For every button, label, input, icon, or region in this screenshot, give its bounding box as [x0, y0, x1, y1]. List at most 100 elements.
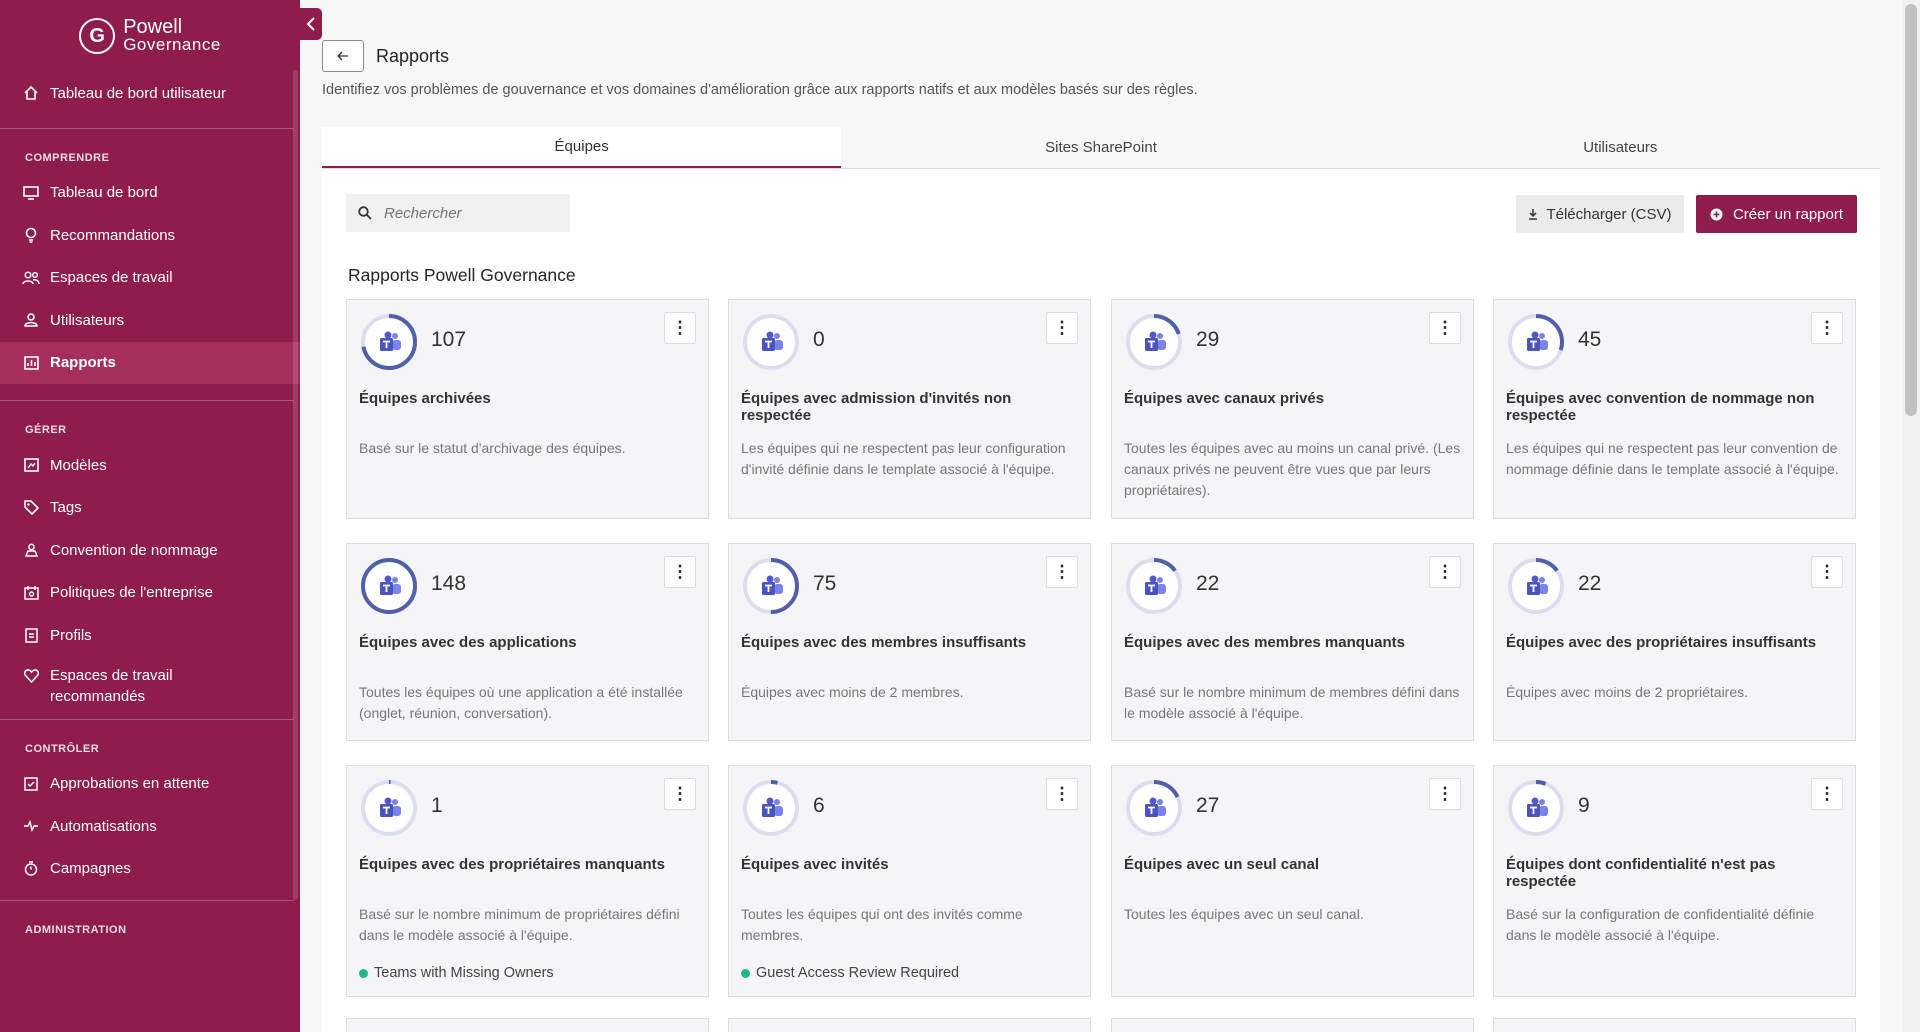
- report-card[interactable]: [346, 1018, 709, 1032]
- sidebar-scrollbar[interactable]: [293, 70, 298, 900]
- sidebar-item-automations[interactable]: Automatisations: [0, 805, 300, 848]
- report-tag-label: Teams with Missing Owners: [374, 965, 554, 981]
- report-name[interactable]: Équipes avec des membres manquants: [1124, 634, 1444, 651]
- sidebar-item-label: Tableau de bord utilisateur: [50, 84, 226, 102]
- report-card[interactable]: 9 ⋮ Équipes dont confidentialité n'est pas…: [1493, 765, 1856, 997]
- more-options-button[interactable]: ⋮: [1046, 778, 1078, 810]
- download-csv-button[interactable]: Télécharger (CSV): [1516, 195, 1684, 233]
- tab-sharepoint-sites[interactable]: Sites SharePoint: [841, 127, 1360, 168]
- logo-mark: G: [79, 18, 116, 54]
- kebab-menu-icon: ⋮: [1436, 784, 1454, 803]
- more-options-button[interactable]: ⋮: [1811, 556, 1843, 588]
- users-icon: [22, 269, 40, 287]
- report-card[interactable]: 0 ⋮ Équipes avec admission d'invités non r…: [728, 299, 1091, 519]
- sidebar-item-tags[interactable]: Tags: [0, 487, 300, 530]
- status-dot-icon: [359, 968, 368, 978]
- report-name[interactable]: Équipes avec des applications: [359, 634, 679, 651]
- report-card[interactable]: 148 ⋮ Équipes avec des applications Toutes …: [346, 543, 709, 741]
- teams-progress-ring: [1508, 558, 1564, 614]
- status-dot-icon: [741, 968, 750, 978]
- plus-circle-icon: [1710, 208, 1723, 220]
- search-input[interactable]: [384, 204, 554, 222]
- report-tag[interactable]: Guest Access Review Required: [741, 965, 959, 981]
- report-description: Les équipes qui ne respectent pas leur c…: [741, 440, 1066, 477]
- teams-progress-ring: [1126, 558, 1182, 614]
- page-scrollbar-thumb[interactable]: [1905, 4, 1917, 416]
- report-card[interactable]: 6 ⋮ Équipes avec invités Toutes les équipes…: [728, 765, 1091, 997]
- report-card[interactable]: 1 ⋮ Équipes avec des propriétaires manquan…: [346, 765, 709, 997]
- create-report-button[interactable]: Créer un rapport: [1696, 195, 1857, 233]
- more-options-button[interactable]: ⋮: [1046, 312, 1078, 344]
- more-options-button[interactable]: ⋮: [664, 312, 696, 344]
- report-name[interactable]: Équipes avec admission d'invités non res…: [741, 390, 1061, 424]
- tab-teams[interactable]: Équipes: [322, 127, 842, 168]
- report-description: Basé sur le nombre minimum de propriétai…: [359, 906, 680, 943]
- sidebar-item-campaigns[interactable]: Campagnes: [0, 848, 300, 891]
- sidebar-item-dashboard[interactable]: Tableau de bord: [0, 172, 300, 215]
- more-options-button[interactable]: ⋮: [1429, 778, 1461, 810]
- report-name[interactable]: Équipes avec des membres insuffisants: [741, 634, 1061, 651]
- report-name[interactable]: Équipes archivées: [359, 390, 679, 407]
- section-label-controler: CONTRÔLER: [25, 742, 100, 755]
- report-name[interactable]: Équipes avec un seul canal: [1124, 856, 1444, 873]
- sidebar-item-recommendations[interactable]: Recommandations: [0, 214, 300, 257]
- report-card[interactable]: 22 ⋮ Équipes avec des membres manquants Bas…: [1111, 543, 1474, 741]
- report-tag[interactable]: Teams with Missing Owners: [359, 965, 554, 981]
- report-name[interactable]: Équipes avec convention de nommage non r…: [1506, 390, 1826, 424]
- teams-progress-ring: [1126, 780, 1182, 836]
- sidebar-item-user-dashboard[interactable]: Tableau de bord utilisateur: [0, 72, 300, 115]
- powell-governance-logo[interactable]: G Powell Governance: [0, 0, 300, 72]
- page-subtitle: Identifiez vos problèmes de gouvernance …: [322, 82, 1198, 98]
- report-card[interactable]: 45 ⋮ Équipes avec convention de nommage no…: [1493, 299, 1856, 519]
- more-options-button[interactable]: ⋮: [664, 556, 696, 588]
- search-icon: [358, 206, 372, 220]
- sidebar-item-label: Rapports: [50, 354, 116, 372]
- report-card[interactable]: [728, 1018, 1091, 1032]
- report-name[interactable]: Équipes dont confidentialité n'est pas r…: [1506, 856, 1826, 890]
- report-card[interactable]: 29 ⋮ Équipes avec canaux privés Toutes les …: [1111, 299, 1474, 519]
- sidebar-item-users[interactable]: Utilisateurs: [0, 299, 300, 342]
- report-name[interactable]: Équipes avec des propriétaires insuffisa…: [1506, 634, 1826, 651]
- section-title: Rapports Powell Governance: [348, 265, 576, 285]
- report-card[interactable]: 22 ⋮ Équipes avec des propriétaires insuff…: [1493, 543, 1856, 741]
- report-name[interactable]: Équipes avec canaux privés: [1124, 390, 1444, 407]
- tab-users[interactable]: Utilisateurs: [1361, 127, 1880, 168]
- more-options-button[interactable]: ⋮: [664, 778, 696, 810]
- report-description: Basé sur la configuration de confidentia…: [1506, 906, 1815, 943]
- approval-icon: [22, 775, 40, 793]
- report-card[interactable]: [1111, 1018, 1474, 1032]
- report-count: 45: [1578, 328, 1602, 351]
- report-name[interactable]: Équipes avec des propriétaires manquants: [359, 856, 679, 873]
- search-box[interactable]: [346, 194, 570, 232]
- more-options-button[interactable]: ⋮: [1429, 556, 1461, 588]
- page-scrollbar[interactable]: [1902, 0, 1920, 1032]
- sidebar-item-reports[interactable]: Rapports: [0, 341, 300, 384]
- sidebar-item-naming-convention[interactable]: Convention de nommage: [0, 529, 300, 572]
- report-card[interactable]: 27 ⋮ Équipes avec un seul canal Toutes les …: [1111, 765, 1474, 997]
- sidebar-item-workspaces[interactable]: Espaces de travail: [0, 257, 300, 300]
- report-card[interactable]: [1493, 1018, 1856, 1032]
- sidebar-item-label: Campagnes: [50, 860, 131, 878]
- main-content: Rapports Identifiez vos problèmes de gou…: [300, 0, 1902, 1032]
- more-options-button[interactable]: ⋮: [1429, 312, 1461, 344]
- more-options-button[interactable]: ⋮: [1811, 312, 1843, 344]
- sidebar-item-pending-approvals[interactable]: Approbations en attente: [0, 763, 300, 806]
- sidebar-item-recommended-workspaces[interactable]: Espaces de travail recommandés: [0, 657, 300, 709]
- report-name[interactable]: Équipes avec invités: [741, 856, 1061, 873]
- kebab-menu-icon: ⋮: [1053, 784, 1071, 803]
- more-options-button[interactable]: ⋮: [1811, 778, 1843, 810]
- sidebar-item-templates[interactable]: Modèles: [0, 444, 300, 487]
- sidebar-item-company-policies[interactable]: Politiques de l'entreprise: [0, 572, 300, 615]
- back-button[interactable]: [322, 40, 364, 72]
- more-options-button[interactable]: ⋮: [1046, 556, 1078, 588]
- report-count: 27: [1196, 794, 1220, 817]
- kebab-menu-icon: ⋮: [1818, 562, 1836, 581]
- report-tag-label: Guest Access Review Required: [756, 965, 960, 981]
- report-card[interactable]: 75 ⋮ Équipes avec des membres insuffisants…: [728, 543, 1091, 741]
- sidebar-item-profiles[interactable]: Profils: [0, 614, 300, 657]
- teams-progress-ring: [361, 314, 417, 370]
- report-card[interactable]: 107 ⋮ Équipes archivées Basé sur le statut …: [346, 299, 709, 519]
- report-description: Toutes les équipes avec un seul canal.: [1124, 906, 1364, 922]
- user-icon: [22, 311, 40, 329]
- teams-progress-ring: [1126, 314, 1182, 370]
